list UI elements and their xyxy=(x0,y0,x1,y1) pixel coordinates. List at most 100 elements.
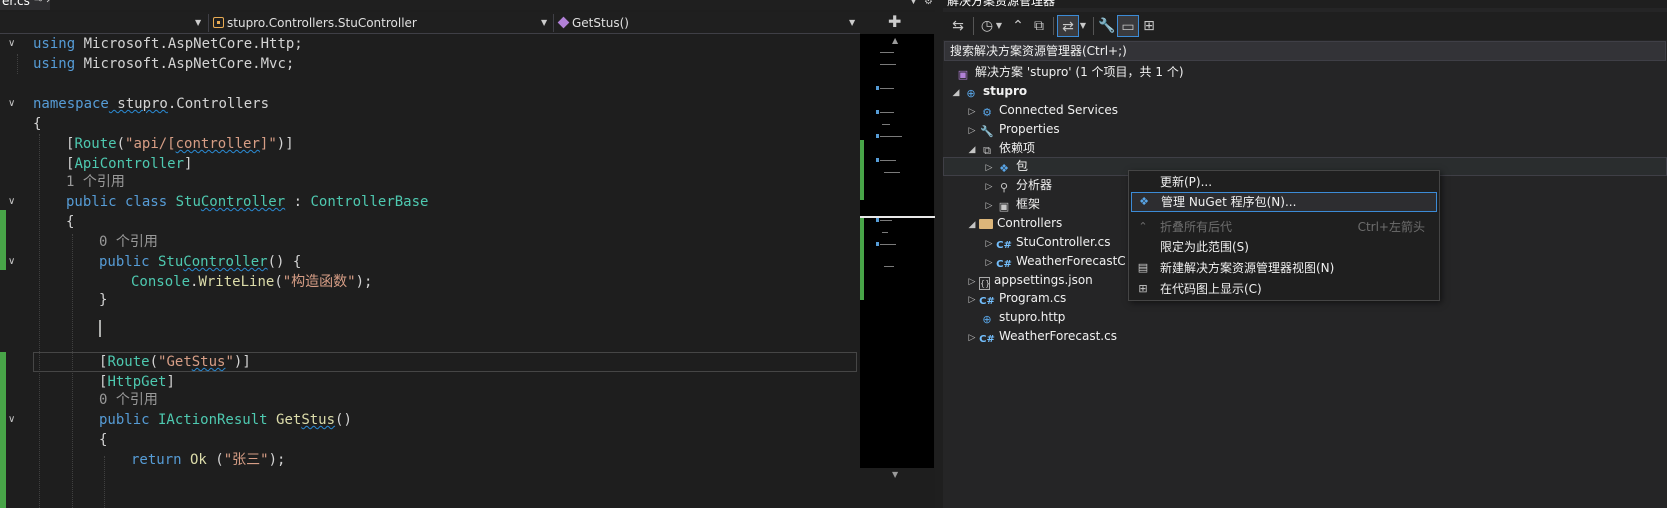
split-editor-icon[interactable]: ✚ xyxy=(888,13,901,31)
tree-item-properties[interactable]: ▷ 🔧 Properties xyxy=(965,120,1060,139)
codelens-references[interactable]: 0 个引用 xyxy=(99,232,158,252)
indent-guide xyxy=(39,134,40,508)
scroll-down-icon[interactable]: ▼ xyxy=(892,470,898,479)
tree-item-controllers-folder[interactable]: ◢ Controllers xyxy=(965,214,1063,235)
minimap-marker xyxy=(876,110,879,114)
code-editor-pane: er.cs ⊸ ✕ ▼ ⚙ ▼ stupro.Controllers.StuCo… xyxy=(0,0,935,508)
tree-item-analyzers[interactable]: ▷ ⚲ 分析器 xyxy=(982,176,1052,195)
class-dropdown-value: stupro.Controllers.StuController xyxy=(227,16,417,30)
codelens-references[interactable]: 0 个引用 xyxy=(99,390,158,410)
fold-toggle-icon[interactable]: ∨ xyxy=(8,192,20,212)
chevron-down-icon[interactable]: ▼ xyxy=(993,15,1005,37)
text-caret xyxy=(99,320,101,337)
minimap-marker xyxy=(876,158,879,162)
minimap-line xyxy=(880,220,892,221)
collapse-all-icon[interactable]: ⌃ xyxy=(1007,15,1029,37)
fold-toggle-icon[interactable]: ∨ xyxy=(8,34,20,54)
minimap-viewport-indicator[interactable] xyxy=(860,216,935,218)
expanded-arrow-icon[interactable]: ◢ xyxy=(965,216,979,235)
code-text-area[interactable]: ∨ ∨ ∨ ∨ ∨ using Microsoft.AspNetCore.Htt… xyxy=(0,34,860,508)
collapsed-arrow-icon[interactable]: ▷ xyxy=(965,329,979,348)
project-dropdown[interactable]: ▼ xyxy=(0,14,205,32)
solution-explorer-toolbar: ⇆ ◷ ▼ ⌃ ⧉ ⇄ ▼ 🔧 ▭ ⊞ xyxy=(943,12,1667,40)
code-line: [Route("GetStus")] xyxy=(99,354,251,370)
scroll-up-icon[interactable]: ▲ xyxy=(892,36,898,45)
minimap-change-indicator xyxy=(860,140,864,200)
code-line: } xyxy=(99,292,108,308)
pane-splitter[interactable] xyxy=(935,0,943,508)
class-view-icon[interactable]: ⊞ xyxy=(1138,15,1160,37)
collapse-icon: ⌃ xyxy=(1138,220,1148,233)
expanded-arrow-icon[interactable]: ◢ xyxy=(965,141,979,160)
tree-item-stucontroller[interactable]: ▷ C# StuController.cs xyxy=(982,233,1111,252)
show-all-files-icon[interactable]: ⧉ xyxy=(1028,15,1050,37)
code-line: namespace stupro.Controllers xyxy=(33,96,270,112)
expanded-arrow-icon[interactable]: ◢ xyxy=(949,84,963,103)
minimap-line xyxy=(880,112,894,113)
tab-list-dropdown-icon[interactable]: ▼ xyxy=(910,0,917,6)
tree-item-weatherforecastcontroller[interactable]: ▷ C# WeatherForecastC xyxy=(982,252,1126,271)
code-line: public StuController() { xyxy=(99,254,302,270)
minimap-marker xyxy=(876,86,879,90)
properties-wrench-icon[interactable]: 🔧 xyxy=(1096,15,1118,37)
sync-with-active-document-icon[interactable]: ⇄ xyxy=(1057,15,1079,37)
properties-icon: 🔧 xyxy=(980,125,994,138)
minimap-line xyxy=(882,124,890,125)
tree-item-stupro-http[interactable]: ⊕ stupro.http xyxy=(965,308,1065,327)
menu-item-collapse-all[interactable]: ⌃ 折叠所有后代 Ctrl+左箭头 xyxy=(1131,217,1437,237)
code-line: Console.WriteLine("构造函数"); xyxy=(131,274,373,290)
class-dropdown[interactable]: stupro.Controllers.StuController ▼ xyxy=(208,14,551,32)
solution-explorer-search-input[interactable]: 搜索解决方案资源管理器(Ctrl+;) xyxy=(944,41,1666,61)
gear-icon[interactable]: ⚙ xyxy=(924,0,933,7)
minimap-line xyxy=(880,64,896,65)
web-project-icon: ⊕ xyxy=(966,87,976,100)
codelens-references[interactable]: 1 个引用 xyxy=(66,172,125,192)
member-dropdown[interactable]: GetStus() ▼ xyxy=(553,14,858,32)
connected-services-icon: ⚙ xyxy=(982,106,992,119)
chevron-down-icon[interactable]: ▼ xyxy=(1077,15,1089,37)
minimap-marker xyxy=(876,218,879,222)
tree-item-dependencies[interactable]: ◢ ⧉ 依赖项 xyxy=(965,139,1035,158)
framework-icon: ▣ xyxy=(998,200,1010,213)
fold-toggle-icon[interactable]: ∨ xyxy=(8,410,20,430)
member-dropdown-value: GetStus() xyxy=(572,16,629,30)
minimap-line xyxy=(880,136,902,137)
tree-item-program[interactable]: ▷ C# Program.cs xyxy=(965,289,1067,308)
switch-views-icon[interactable]: ⇆ xyxy=(947,15,969,37)
tree-item-appsettings[interactable]: ▷{} appsettings.json xyxy=(965,271,1093,290)
package-icon: ❖ xyxy=(999,162,1009,175)
tree-item-frameworks[interactable]: ▷ ▣ 框架 xyxy=(982,195,1040,214)
tree-item-packages[interactable]: ▷ ❖ 包 xyxy=(982,157,1028,176)
minimap-line xyxy=(884,172,900,173)
fold-toggle-icon[interactable]: ∨ xyxy=(8,94,20,114)
preview-selected-items-icon[interactable]: ▭ xyxy=(1117,15,1139,37)
document-tab-title: er.cs xyxy=(2,0,30,8)
menu-item-show-on-code-map[interactable]: ⊞ 在代码图上显示(C) xyxy=(1131,279,1437,299)
code-line: public class StuController : ControllerB… xyxy=(66,194,429,210)
http-file-icon: ⊕ xyxy=(982,313,992,326)
navigation-bar: ▼ stupro.Controllers.StuController ▼ Get… xyxy=(0,12,860,34)
menu-item-update[interactable]: 更新(P)... xyxy=(1131,172,1437,192)
code-minimap[interactable] xyxy=(860,34,935,508)
tree-item-project[interactable]: ◢ ⊕ stupro xyxy=(949,82,1028,103)
code-line: { xyxy=(33,116,42,132)
minimap-line xyxy=(880,88,894,89)
fold-toggle-icon[interactable]: ∨ xyxy=(8,252,20,272)
document-tab[interactable]: er.cs ⊸ ✕ xyxy=(0,0,50,10)
code-line: [HttpGet] xyxy=(99,374,175,390)
code-line: return Ok ("张三"); xyxy=(131,452,286,468)
menu-item-scope-to-this[interactable]: 限定为此范围(S) xyxy=(1131,237,1437,257)
csharp-file-icon: C# xyxy=(979,334,995,345)
nuget-icon: ❖ xyxy=(1139,195,1149,208)
menu-item-new-view[interactable]: ▤ 新建解决方案资源管理器视图(N) xyxy=(1131,258,1437,278)
dependencies-icon: ⧉ xyxy=(983,144,991,157)
tree-item-solution[interactable]: ▣ 解决方案 'stupro' (1 个项目，共 1 个) xyxy=(955,63,1184,82)
tree-item-weatherforecast[interactable]: ▷ C# WeatherForecast.cs xyxy=(965,327,1117,346)
menu-item-manage-nuget[interactable]: ❖ 管理 NuGet 程序包(N)... xyxy=(1131,192,1437,212)
code-line: { xyxy=(66,214,75,230)
tree-item-connected-services[interactable]: ▷ ⚙ Connected Services xyxy=(965,101,1119,120)
code-line: public IActionResult GetStus() xyxy=(99,412,352,428)
minimap-marker xyxy=(876,242,879,246)
pin-close-icon[interactable]: ⊸ ✕ xyxy=(34,0,50,6)
toolbar-separator xyxy=(1053,17,1054,35)
